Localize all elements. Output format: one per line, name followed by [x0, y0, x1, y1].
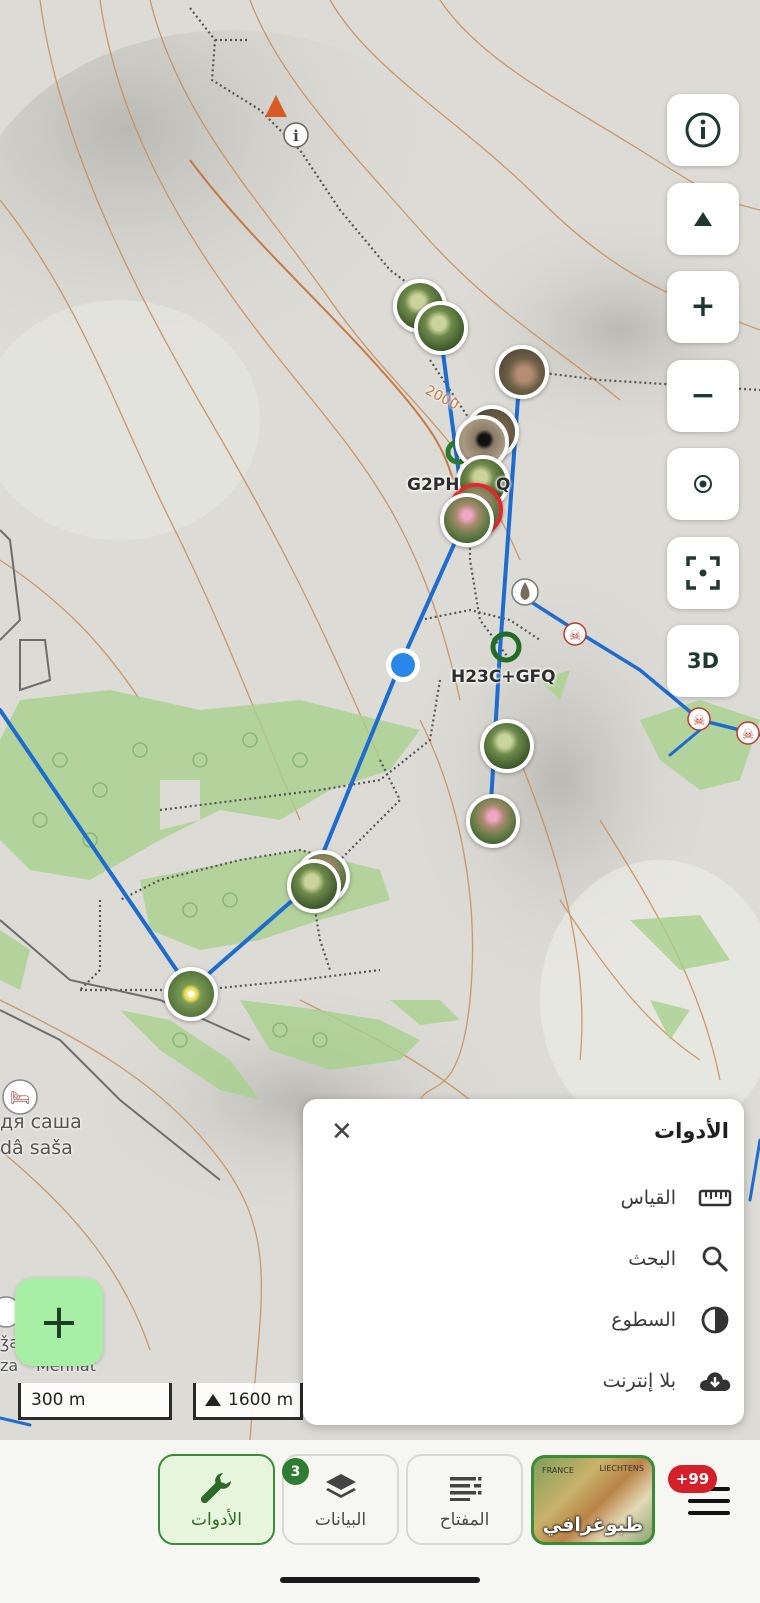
notification-badge: +99 [668, 1465, 717, 1493]
compass-button[interactable] [667, 183, 739, 255]
photo-pin[interactable] [287, 859, 341, 913]
tools-panel-title: الأدوات [654, 1119, 729, 1143]
info-icon [685, 112, 721, 148]
wrench-icon [198, 1468, 236, 1508]
photo-pin[interactable] [495, 345, 549, 399]
location-icon [694, 475, 712, 493]
tool-label: السطوع [611, 1309, 676, 1331]
zoom-in-label: + [690, 289, 716, 324]
3d-label: 3D [686, 649, 720, 673]
contrast-icon [698, 1303, 732, 1337]
tool-measure[interactable]: القياس [323, 1176, 732, 1220]
nav-legend-label: المفتاح [439, 1510, 490, 1530]
basemap-thumb-label: LIECHTENS [599, 1464, 644, 1473]
photo-pin[interactable] [440, 493, 494, 547]
north-arrow-icon [694, 212, 712, 226]
place-label: дя саша [0, 1111, 82, 1133]
add-button[interactable]: + [15, 1278, 103, 1366]
tools-panel: الأدوات ✕ القياس البحث السطوع بلا إنترنت [303, 1099, 744, 1425]
mountain-icon [205, 1394, 221, 1406]
fit-view-button[interactable] [667, 537, 739, 609]
ruler-icon [698, 1181, 732, 1215]
svg-text:i: i [293, 127, 299, 145]
plus-code-label: G2PH [407, 475, 460, 495]
nav-data-label: البيانات [314, 1510, 367, 1530]
svg-text:🛏: 🛏 [10, 1088, 30, 1107]
3d-button[interactable]: 3D [667, 625, 739, 697]
plus-code-label: Q [496, 475, 511, 495]
basemap-label: طبوغرافي [542, 1514, 644, 1536]
locate-button[interactable] [667, 448, 739, 520]
elevation-scale: 1600 m [193, 1383, 303, 1420]
distance-scale: 300 m [18, 1383, 172, 1420]
zoom-out-button[interactable]: − [667, 360, 739, 432]
svg-text:☠: ☠ [569, 628, 582, 644]
tool-search[interactable]: البحث [323, 1237, 732, 1281]
legend-list-icon [448, 1468, 482, 1508]
cloud-download-icon [698, 1364, 732, 1398]
svg-text:☠: ☠ [742, 727, 755, 743]
nav-tools[interactable]: الأدوات [158, 1454, 275, 1545]
close-icon[interactable]: ✕ [331, 1119, 353, 1145]
info-button[interactable] [667, 94, 739, 166]
photo-pin[interactable] [480, 719, 534, 773]
tool-offline[interactable]: بلا إنترنت [323, 1359, 732, 1403]
place-label: za [0, 1356, 19, 1375]
focus-frame-icon [686, 556, 720, 590]
layers-icon [324, 1468, 358, 1508]
svg-text:☠: ☠ [693, 713, 706, 729]
distance-scale-label: 300 m [31, 1390, 86, 1410]
nav-tools-label: الأدوات [191, 1510, 242, 1530]
nav-legend[interactable]: المفتاح [406, 1454, 523, 1545]
plus-code-label: H23C+GFQ [451, 667, 556, 687]
map-view[interactable]: i ☠ ☠ ☠ 🛏 2000 G2PH Q H23C+GFQ дя саша d… [0, 0, 760, 1440]
tool-label: القياس [620, 1187, 676, 1209]
data-count-badge: 3 [282, 1458, 309, 1485]
home-indicator [280, 1577, 480, 1583]
search-icon [698, 1242, 732, 1276]
photo-pin[interactable] [164, 967, 218, 1021]
zoom-in-button[interactable]: + [667, 271, 739, 343]
place-label: dâ saša [0, 1137, 73, 1159]
elevation-scale-label: 1600 m [228, 1390, 294, 1410]
tool-label: بلا إنترنت [602, 1370, 676, 1392]
basemap-selector[interactable]: FRANCE LIECHTENS طبوغرافي [531, 1455, 655, 1545]
basemap-thumb-label: FRANCE [542, 1466, 574, 1475]
zoom-out-label: − [690, 378, 716, 413]
tool-label: البحث [628, 1248, 676, 1270]
photo-pin[interactable] [466, 794, 520, 848]
photo-pin[interactable] [414, 301, 468, 355]
tool-brightness[interactable]: السطوع [323, 1298, 732, 1342]
plus-icon: + [38, 1294, 80, 1350]
